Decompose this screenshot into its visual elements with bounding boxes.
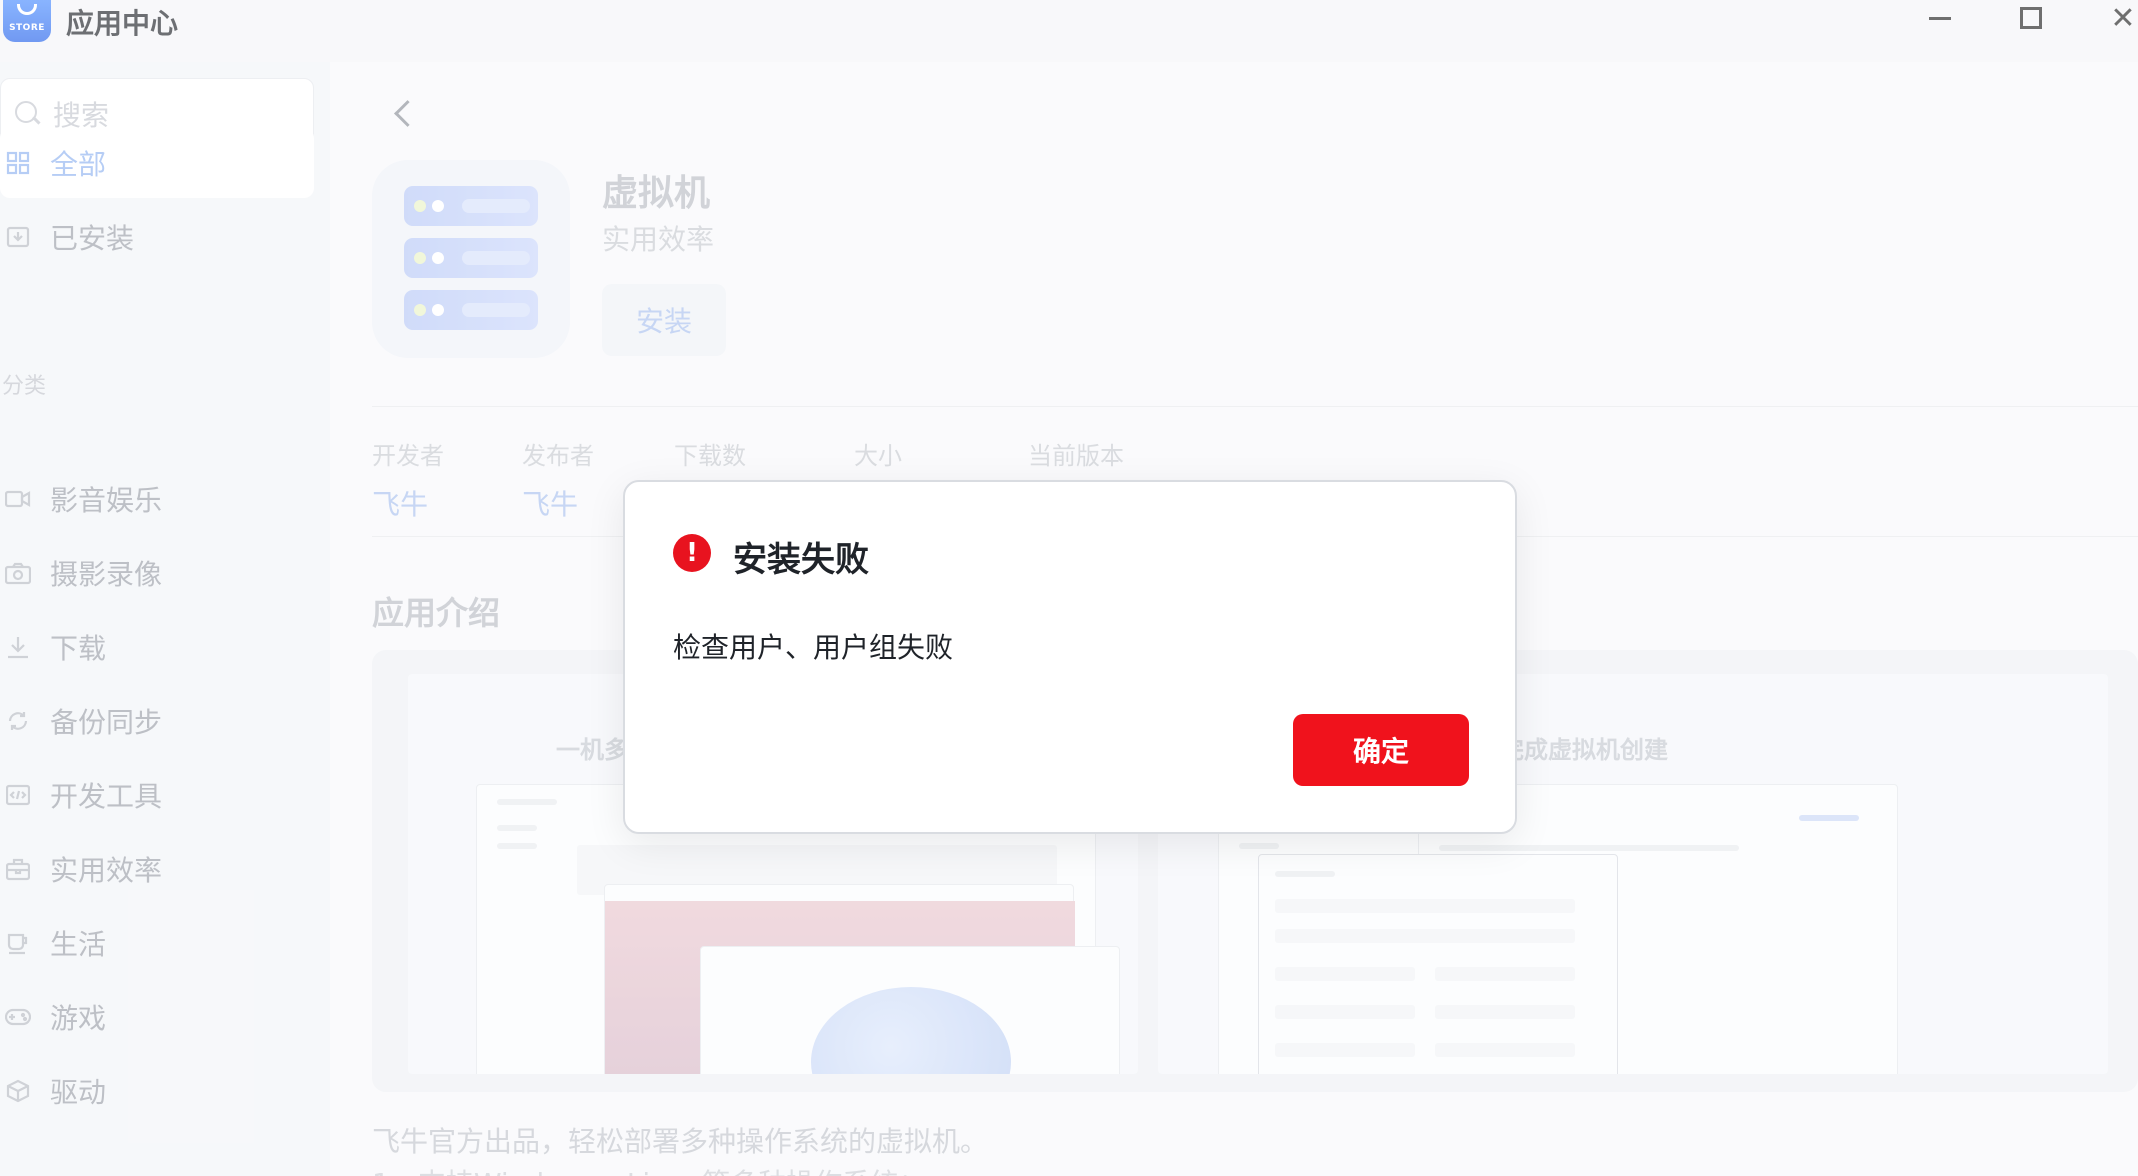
error-icon: !: [673, 534, 711, 572]
dialog-message: 检查用户、用户组失败: [673, 631, 954, 664]
dialog-title: 安装失败: [733, 540, 869, 580]
install-failed-dialog: ! 安装失败 检查用户、用户组失败 确定: [623, 480, 1517, 834]
confirm-button[interactable]: 确定: [1293, 714, 1469, 786]
